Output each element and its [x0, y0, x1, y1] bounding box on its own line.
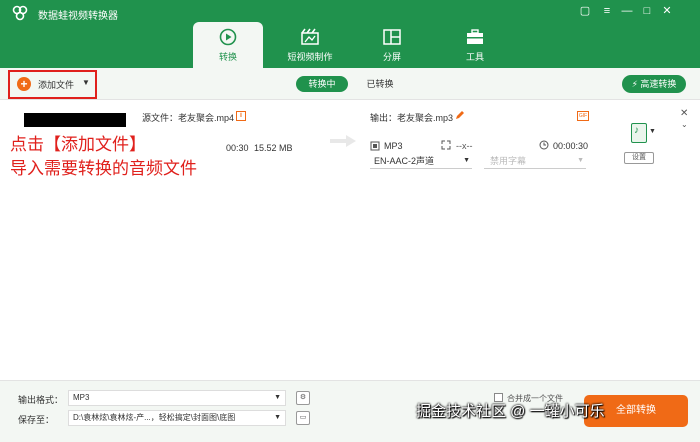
annotation-line-1: 点击【添加文件】 — [10, 135, 146, 154]
convert-icon — [219, 28, 237, 46]
output-badge-icon[interactable]: GIF — [577, 111, 589, 121]
close-window-icon[interactable]: ✕ — [659, 3, 675, 19]
output-format: MP3 — [384, 141, 403, 151]
tab-split-screen[interactable]: 分屏 — [357, 22, 427, 68]
arrow-right-icon — [330, 135, 356, 147]
pencil-icon[interactable] — [455, 110, 465, 120]
output-file-label: 输出：老友聚会.mp3 — [370, 113, 454, 123]
feedback-icon[interactable]: ▢ — [577, 3, 593, 19]
folder-icon[interactable]: ▭ — [296, 411, 310, 425]
tab-converted[interactable]: 已转换 — [360, 76, 400, 92]
fast-convert-button[interactable]: ⚡ 高速转换 — [622, 75, 686, 93]
output-resolution: --x-- — [456, 141, 473, 151]
subtitle-select[interactable]: 禁用字幕 ▼ — [484, 155, 586, 169]
split-screen-icon — [383, 29, 401, 45]
clapperboard-icon — [301, 28, 319, 45]
title-bar: 数据蛙视频转换器 ▢ ≡ — □ ✕ 转换 短视频制作 分屏 工具 — [0, 0, 700, 68]
output-format-select[interactable]: MP3 ▼ — [68, 390, 286, 406]
watermark-text: 掘金技术社区 @ 一罐小可乐 — [416, 403, 605, 420]
save-to-label: 保存至： — [18, 415, 55, 425]
menu-icon[interactable]: ≡ — [599, 3, 615, 19]
toolbox-icon — [467, 29, 483, 44]
resolution-icon — [441, 140, 451, 150]
output-duration: 00:00:30 — [553, 141, 589, 151]
clock-icon — [539, 140, 549, 150]
info-icon[interactable]: i — [236, 111, 246, 121]
source-file-label: 源文件：老友聚会.mp4 — [142, 113, 235, 123]
chevron-down-icon: ▼ — [577, 157, 584, 164]
video-thumbnail — [24, 113, 126, 127]
settings-button[interactable]: 设置 — [624, 152, 654, 164]
lightning-icon: ⚡ — [631, 79, 638, 89]
music-file-icon[interactable]: ♪ — [631, 123, 647, 143]
app-logo-icon — [12, 5, 28, 21]
format-settings-icon[interactable]: ⚙ — [296, 391, 310, 405]
source-duration: 00:30 — [226, 143, 249, 153]
source-size: 15.52 MB — [254, 143, 293, 153]
tab-short-video[interactable]: 短视频制作 — [275, 22, 345, 68]
tab-tools[interactable]: 工具 — [440, 22, 510, 68]
minimize-icon[interactable]: — — [619, 3, 635, 19]
highlight-box — [8, 70, 97, 99]
tab-convert[interactable]: 转换 — [193, 22, 263, 68]
save-path-select[interactable]: D:\袁林炫\袁林炫-产...，轻松搞定\封面图\底图 ▼ — [68, 410, 286, 426]
annotation-line-2: 导入需要转换的音频文件 — [10, 159, 197, 178]
file-format-icon — [370, 141, 380, 151]
chevron-down-icon: ▼ — [463, 157, 470, 164]
maximize-icon[interactable]: □ — [639, 3, 655, 19]
remove-file-icon[interactable]: ✕ — [680, 108, 688, 119]
toolbar: + 添加文件 ▼ 转换中 已转换 ⚡ 高速转换 — [0, 68, 700, 100]
app-title: 数据蛙视频转换器 — [38, 11, 118, 22]
chevron-down-icon[interactable]: ▼ — [649, 128, 656, 135]
expand-row-icon[interactable]: ⌄ — [681, 120, 688, 129]
output-format-label: 输出格式： — [18, 395, 64, 405]
tab-converting[interactable]: 转换中 — [296, 76, 348, 92]
audio-track-select[interactable]: EN-AAC-2声道 ▼ — [370, 155, 472, 169]
chevron-down-icon: ▼ — [274, 394, 281, 401]
chevron-down-icon: ▼ — [274, 414, 281, 421]
